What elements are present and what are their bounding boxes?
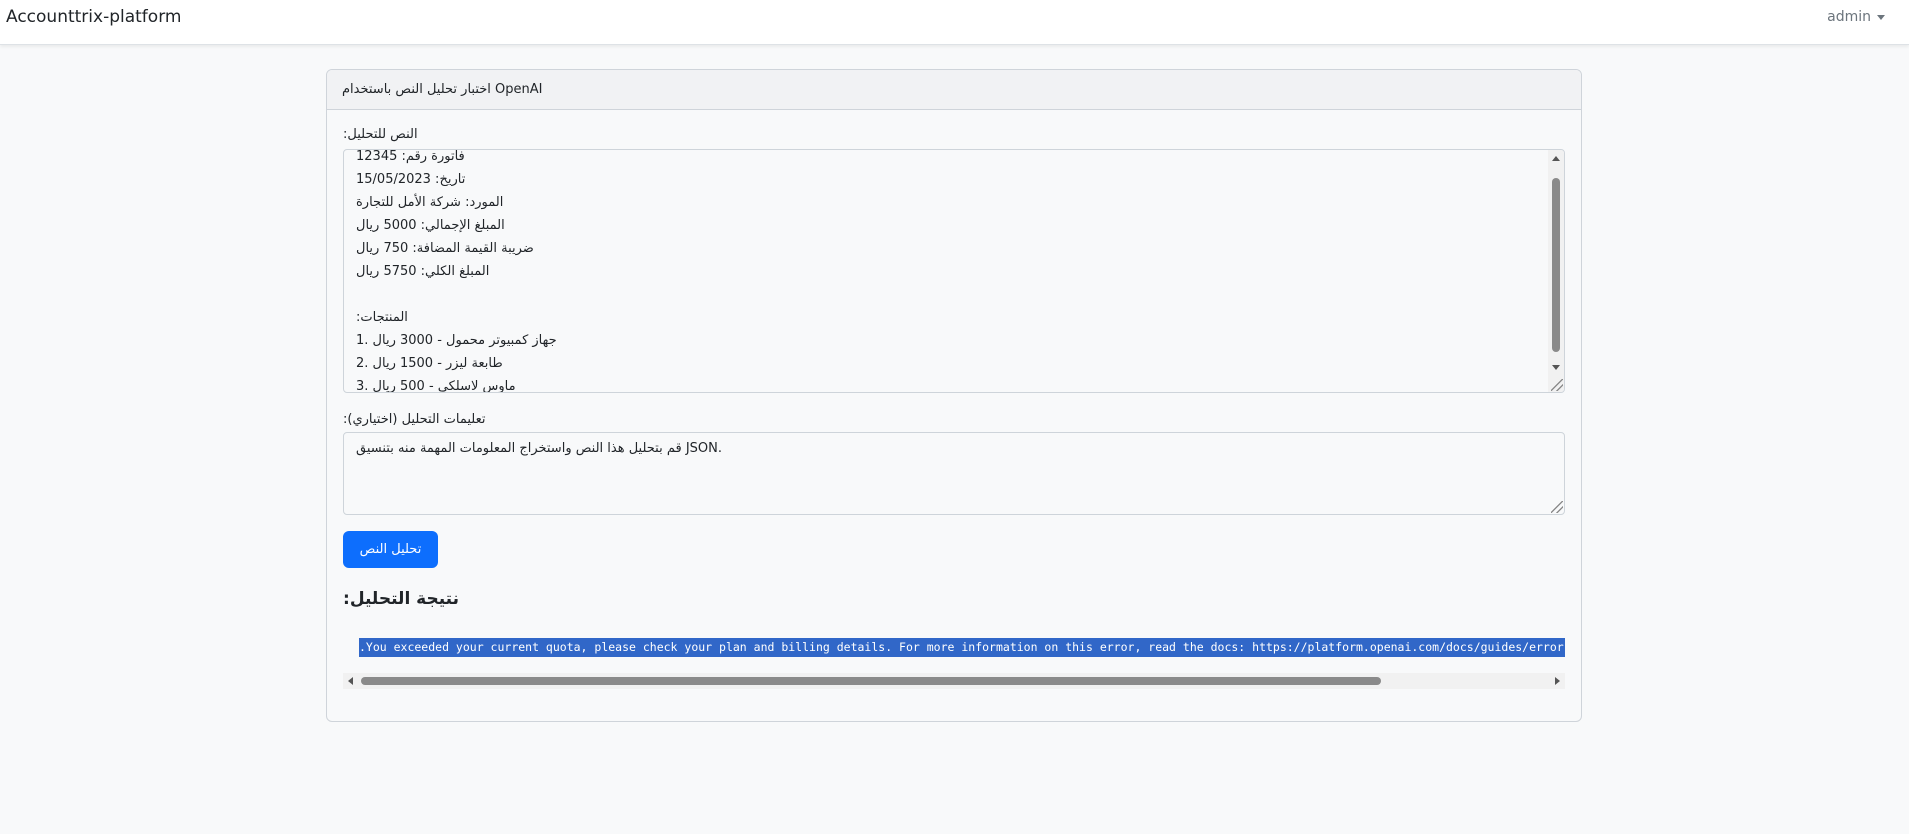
scroll-thumb[interactable]	[1552, 178, 1560, 352]
horizontal-scrollbar[interactable]	[343, 673, 1565, 689]
analyze-button[interactable]: تحليل النص	[343, 531, 438, 568]
text-input-value: فاتورة رقم: 12345 15/05/2023 :تاريخ المو…	[356, 149, 557, 393]
resize-handle-icon[interactable]	[1551, 379, 1563, 391]
card-header: اختبار تحليل النص باستخدام OpenAI	[327, 70, 1581, 110]
resize-handle-icon[interactable]	[1551, 501, 1563, 513]
navbar: Accounttrix-platform admin	[0, 0, 1909, 45]
scroll-right-icon[interactable]	[1555, 677, 1560, 685]
result-heading: :نتيجة التحليل	[343, 589, 460, 609]
user-name: admin	[1827, 9, 1871, 25]
instructions-input-value: قم بتحليل هذا النص واستخراج المعلومات ال…	[356, 441, 723, 456]
instructions-input-area[interactable]: قم بتحليل هذا النص واستخراج المعلومات ال…	[343, 432, 1565, 515]
result-text: .You exceeded your current quota, please…	[359, 638, 1565, 657]
scroll-left-icon[interactable]	[348, 677, 353, 685]
text-input-area[interactable]: فاتورة رقم: 12345 15/05/2023 :تاريخ المو…	[343, 149, 1565, 393]
text-label: :النص للتحليل	[343, 127, 418, 142]
scroll-thumb[interactable]	[361, 677, 1381, 685]
caret-down-icon	[1877, 14, 1885, 20]
result-output: .You exceeded your current quota, please…	[343, 633, 1565, 689]
instructions-label: :تعليمات التحليل (اختياري)	[343, 412, 486, 427]
scroll-up-icon[interactable]	[1552, 156, 1560, 161]
brand-logo[interactable]: Accounttrix-platform	[6, 7, 181, 27]
user-menu-dropdown[interactable]: admin	[1827, 9, 1885, 25]
vertical-scrollbar[interactable]	[1548, 150, 1564, 392]
scroll-down-icon[interactable]	[1552, 365, 1560, 370]
